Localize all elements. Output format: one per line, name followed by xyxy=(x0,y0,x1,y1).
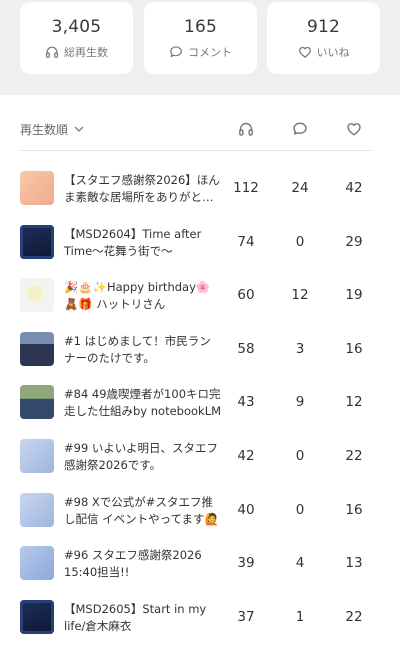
episode-plays: 43 xyxy=(237,394,255,411)
likes-label: いいね xyxy=(316,45,350,59)
episode-row[interactable]: #1 はじめまして！市民ランナーのたけです。 58 3 16 xyxy=(0,331,400,386)
episode-plays: 42 xyxy=(237,448,255,464)
episode-plays: 112 xyxy=(233,180,259,196)
episode-row[interactable]: #98 Xで公式が#スタエフ推し配信 イベントやってます🙋 40 0 16 xyxy=(0,492,400,547)
heart-icon xyxy=(298,45,312,59)
episode-likes: 13 xyxy=(345,555,363,572)
episode-plays: 37 xyxy=(237,608,255,625)
comments-count: 165 xyxy=(183,16,218,37)
episode-comments: 3 xyxy=(295,340,305,357)
episode-likes: 16 xyxy=(345,501,363,518)
episode-likes: 19 xyxy=(345,287,363,304)
episode-thumbnail xyxy=(20,546,54,581)
episode-thumbnail xyxy=(20,224,54,259)
comment-icon xyxy=(169,45,183,59)
episode-title: #84 49歳喫煙者が100キロ完走した仕組みby notebookLM xyxy=(64,387,222,419)
episode-comments: 0 xyxy=(295,501,305,518)
list-header: 再生数順 xyxy=(0,95,400,155)
episode-title: 【MSD2605】Start in my life/倉木麻衣 xyxy=(64,601,207,633)
episode-row[interactable]: #99 いよいよ明日、スタエフ感謝祭2026です。 42 0 22 xyxy=(0,439,400,493)
episode-thumbnail xyxy=(20,331,54,366)
chevron-down-icon xyxy=(74,123,84,137)
episode-title: 【MSD2604】Time after Time〜花舞う街で〜 xyxy=(64,226,202,258)
episode-comments: 0 xyxy=(295,233,305,250)
episode-row[interactable]: #96 スタエフ感謝祭2026 15:40担当!! 39 4 13 xyxy=(0,546,400,600)
episode-title: #98 Xで公式が#スタエフ推し配信 イベントやってます🙋 xyxy=(64,494,219,526)
sort-label: 再生数順 xyxy=(20,123,69,137)
likes-stat-card: 912 いいね xyxy=(267,2,380,74)
comment-icon xyxy=(292,121,308,137)
episode-comments: 1 xyxy=(295,608,305,625)
episode-title: #1 はじめまして！市民ランナーのたけです。 xyxy=(64,333,211,365)
summary-panel: 3,405 総再生数 165 コメント 912 いいね xyxy=(0,0,400,95)
episode-row[interactable]: 🎉🎂✨Happy birthday🌸🧸🎁 ハットリさん 60 12 19 xyxy=(0,278,400,332)
plays-stat-card: 3,405 総再生数 xyxy=(20,2,133,74)
episode-row[interactable]: 【スタエフ感謝祭2026】ほんま素敵な居場所をありがとう… 112 24 42 xyxy=(0,171,400,225)
episode-thumbnail xyxy=(20,171,54,205)
episode-title: 【スタエフ感謝祭2026】ほんま素敵な居場所をありがとう… xyxy=(64,173,220,204)
headphones-icon xyxy=(238,121,254,137)
episode-comments: 4 xyxy=(295,555,305,572)
sort-dropdown[interactable]: 再生数順 xyxy=(20,121,84,138)
heart-icon xyxy=(346,121,362,137)
divider xyxy=(20,150,372,151)
episode-likes: 16 xyxy=(345,340,363,357)
episode-comments: 9 xyxy=(295,394,305,411)
episode-plays: 60 xyxy=(237,287,255,304)
episode-thumbnail xyxy=(20,492,54,527)
episode-thumbnail xyxy=(20,278,54,313)
episode-title: #99 いよいよ明日、スタエフ感謝祭2026です。 xyxy=(64,441,218,472)
episode-plays: 74 xyxy=(237,233,255,250)
episode-comments: 12 xyxy=(291,287,309,304)
comments-label: コメント xyxy=(188,45,232,59)
episode-row[interactable]: 【MSD2605】Start in my life/倉木麻衣 37 1 22 xyxy=(0,599,400,654)
episode-likes: 22 xyxy=(345,608,363,625)
episode-thumbnail xyxy=(20,599,54,634)
episode-plays: 40 xyxy=(237,501,255,518)
episode-likes: 42 xyxy=(345,180,363,196)
plays-label: 総再生数 xyxy=(64,45,108,59)
episode-plays: 58 xyxy=(237,340,255,357)
headphones-icon xyxy=(45,45,59,59)
episode-title: #96 スタエフ感謝祭2026 15:40担当!! xyxy=(64,548,202,580)
episode-likes: 29 xyxy=(345,233,363,250)
episode-likes: 22 xyxy=(345,448,363,464)
episode-thumbnail xyxy=(20,439,54,473)
episode-plays: 39 xyxy=(237,555,255,572)
episode-row[interactable]: #84 49歳喫煙者が100キロ完走した仕組みby notebookLM 43 9 1… xyxy=(0,385,400,439)
episode-comments: 24 xyxy=(291,180,309,196)
episode-title: 🎉🎂✨Happy birthday🌸🧸🎁 ハットリさん xyxy=(64,280,211,312)
plays-count: 3,405 xyxy=(51,16,102,37)
episode-comments: 0 xyxy=(295,448,305,464)
likes-count: 912 xyxy=(306,16,341,37)
episode-thumbnail xyxy=(20,385,54,420)
episode-likes: 12 xyxy=(345,394,363,411)
comments-stat-card: 165 コメント xyxy=(144,2,257,74)
episode-row[interactable]: 【MSD2604】Time after Time〜花舞う街で〜 74 0 29 xyxy=(0,224,400,279)
